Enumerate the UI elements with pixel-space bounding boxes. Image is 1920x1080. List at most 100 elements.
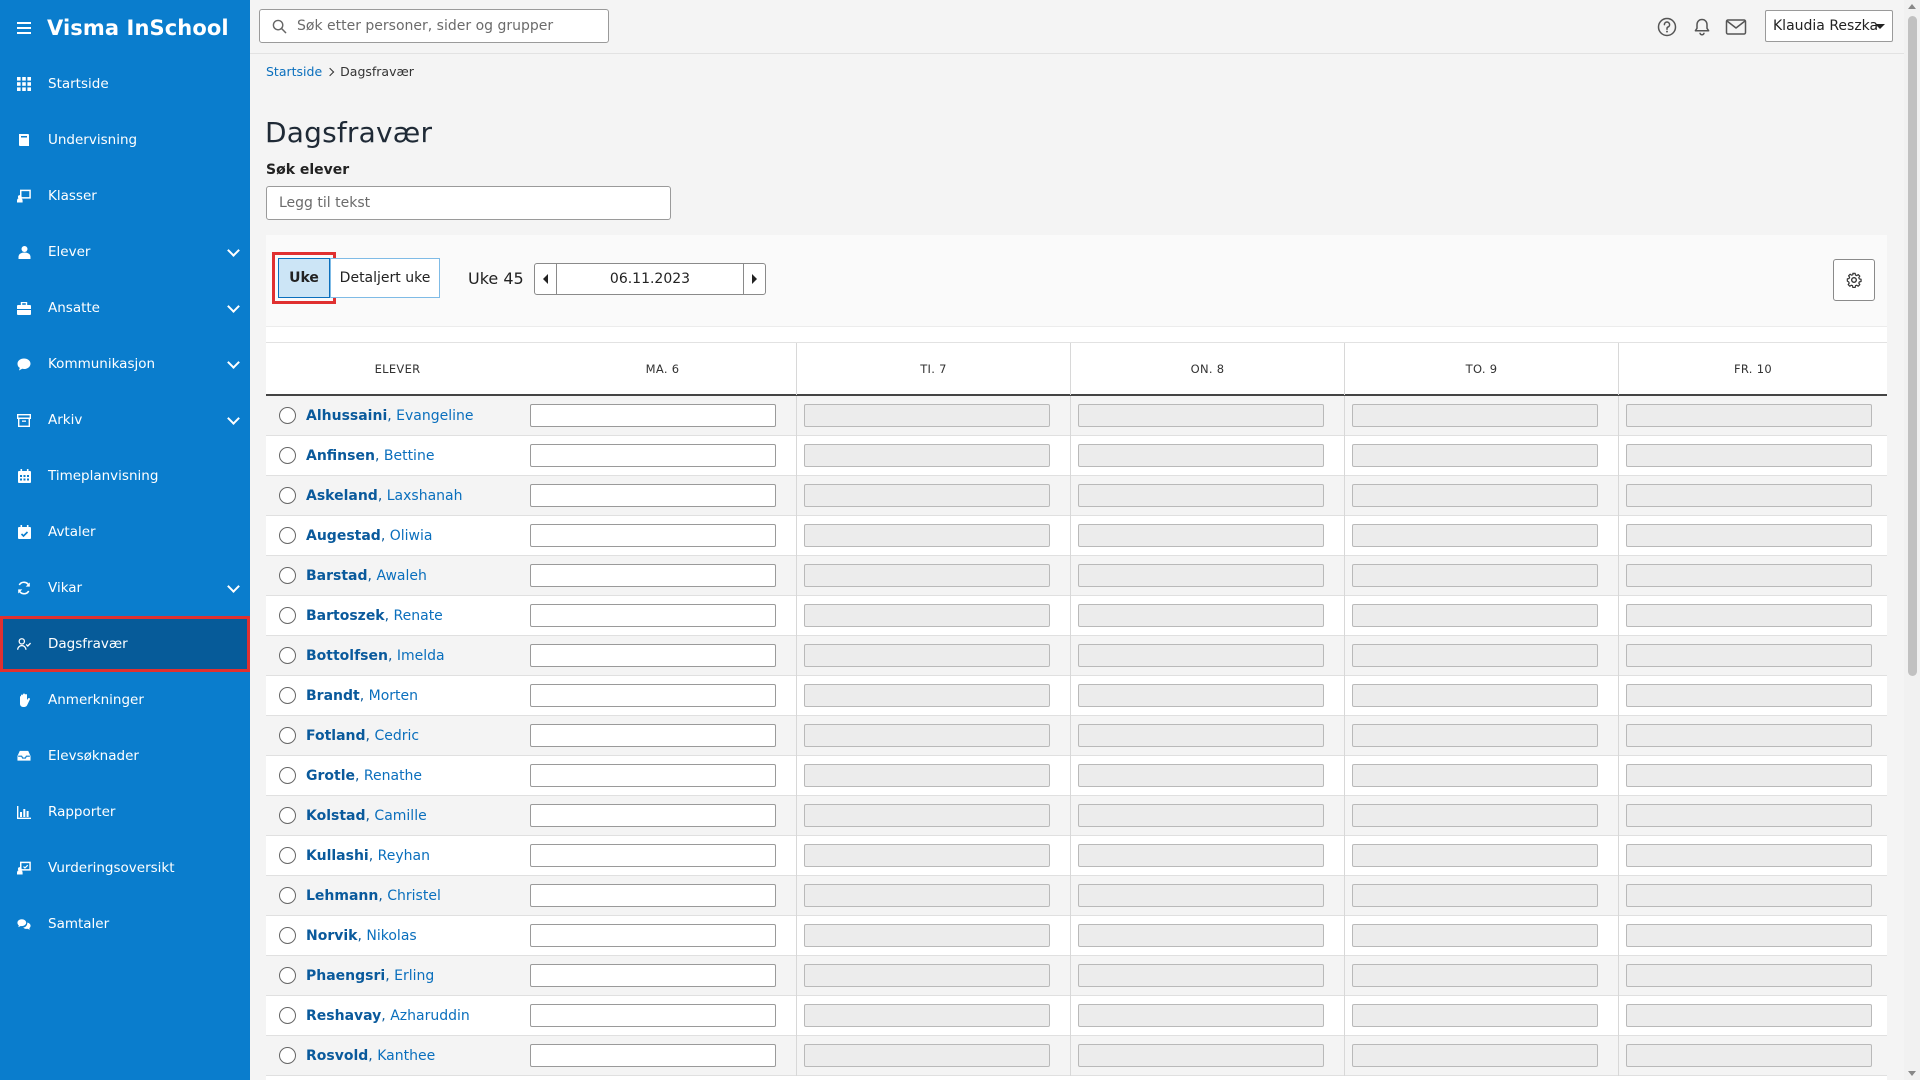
row-select-checkbox[interactable]	[279, 687, 296, 704]
sidebar-item-kommunikasjon[interactable]: Kommunikasjon	[0, 336, 250, 392]
row-select-checkbox[interactable]	[279, 607, 296, 624]
detailed-week-view-button[interactable]: Detaljert uke	[330, 258, 440, 298]
sidebar-item-startside[interactable]: Startside	[0, 56, 250, 112]
messages-envelope-icon[interactable]	[1725, 16, 1747, 38]
student-name-link[interactable]: Augestad, Oliwia	[306, 528, 432, 544]
student-name-link[interactable]: Norvik, Nikolas	[306, 928, 417, 944]
row-select-checkbox[interactable]	[279, 887, 296, 904]
absence-day-field[interactable]	[530, 884, 776, 907]
help-icon[interactable]	[1656, 16, 1678, 38]
column-divider	[1344, 636, 1345, 676]
student-name-link[interactable]: Kolstad, Camille	[306, 808, 427, 824]
row-select-checkbox[interactable]	[279, 727, 296, 744]
next-week-button[interactable]	[743, 264, 765, 294]
chevron-down-icon[interactable]	[227, 580, 240, 593]
sidebar-item-vurderingsoversikt[interactable]: Vurderingsoversikt	[0, 840, 250, 896]
absence-day-field	[1352, 764, 1598, 787]
absence-day-field	[1626, 844, 1872, 867]
sidebar-item-samtaler[interactable]: Samtaler	[0, 896, 250, 952]
student-name-link[interactable]: Bartoszek, Renate	[306, 608, 443, 624]
row-select-checkbox[interactable]	[279, 567, 296, 584]
absence-day-field[interactable]	[530, 444, 776, 467]
absence-day-field[interactable]	[530, 764, 776, 787]
absence-day-field[interactable]	[530, 404, 776, 427]
student-name-link[interactable]: Lehmann, Christel	[306, 888, 441, 904]
user-menu-dropdown[interactable]: Klaudia Reszka	[1765, 10, 1893, 42]
absence-day-field[interactable]	[530, 564, 776, 587]
sidebar-item-anmerkninger[interactable]: Anmerkninger	[0, 672, 250, 728]
row-select-checkbox[interactable]	[279, 767, 296, 784]
absence-day-field	[1352, 884, 1598, 907]
student-name-link[interactable]: Phaengsri, Erling	[306, 968, 434, 984]
row-select-checkbox[interactable]	[279, 407, 296, 424]
student-name-link[interactable]: Grotle, Renathe	[306, 768, 422, 784]
absence-day-field[interactable]	[530, 1044, 776, 1067]
sidebar-item-elevsøknader[interactable]: Elevsøknader	[0, 728, 250, 784]
sidebar-item-klasser[interactable]: Klasser	[0, 168, 250, 224]
hamburger-menu-icon[interactable]	[17, 22, 31, 34]
row-select-checkbox[interactable]	[279, 807, 296, 824]
previous-week-button[interactable]	[535, 264, 557, 294]
sidebar-item-rapporter[interactable]: Rapporter	[0, 784, 250, 840]
absence-day-field[interactable]	[530, 804, 776, 827]
absence-day-field[interactable]	[530, 924, 776, 947]
student-name-link[interactable]: Anfinsen, Bettine	[306, 448, 434, 464]
absence-day-field[interactable]	[530, 1004, 776, 1027]
student-name-link[interactable]: Bottolfsen, Imelda	[306, 648, 445, 664]
row-select-checkbox[interactable]	[279, 847, 296, 864]
student-first-name: Awaleh	[376, 568, 427, 584]
absence-day-field[interactable]	[530, 684, 776, 707]
row-select-checkbox[interactable]	[279, 1007, 296, 1024]
absence-day-field[interactable]	[530, 604, 776, 627]
sidebar-item-ansatte[interactable]: Ansatte	[0, 280, 250, 336]
absence-day-field[interactable]	[530, 524, 776, 547]
scrollbar-thumb[interactable]	[1908, 16, 1917, 676]
date-picker-field[interactable]: 06.11.2023	[557, 264, 743, 294]
row-select-checkbox[interactable]	[279, 647, 296, 664]
absence-day-field[interactable]	[530, 484, 776, 507]
student-name-link[interactable]: Rosvold, Kanthee	[306, 1048, 435, 1064]
student-name-link[interactable]: Kullashi, Reyhan	[306, 848, 430, 864]
chevron-down-icon[interactable]	[227, 412, 240, 425]
breadcrumb-home-link[interactable]: Startside	[266, 64, 322, 79]
row-select-checkbox[interactable]	[279, 1047, 296, 1064]
student-name-link[interactable]: Brandt, Morten	[306, 688, 418, 704]
student-name-link[interactable]: Reshavay, Azharuddin	[306, 1008, 470, 1024]
global-search[interactable]	[259, 9, 609, 43]
brand-name[interactable]: Visma InSchool	[47, 16, 229, 40]
student-name-link[interactable]: Fotland, Cedric	[306, 728, 419, 744]
student-name-link[interactable]: Askeland, Laxshanah	[306, 488, 463, 504]
week-view-button[interactable]: Uke	[272, 252, 336, 304]
student-search-input[interactable]	[266, 186, 671, 220]
column-divider	[796, 476, 797, 516]
sidebar-item-label: Timeplanvisning	[48, 468, 159, 484]
student-name-link[interactable]: Barstad, Awaleh	[306, 568, 427, 584]
sidebar-item-dagsfravær[interactable]: Dagsfravær	[0, 616, 250, 672]
absence-day-field[interactable]	[530, 724, 776, 747]
sidebar-item-arkiv[interactable]: Arkiv	[0, 392, 250, 448]
student-first-name: Reyhan	[377, 848, 430, 864]
row-select-checkbox[interactable]	[279, 447, 296, 464]
absence-day-field[interactable]	[530, 844, 776, 867]
absence-day-field[interactable]	[530, 644, 776, 667]
sidebar-item-elever[interactable]: Elever	[0, 224, 250, 280]
chevron-down-icon[interactable]	[227, 356, 240, 369]
chevron-down-icon[interactable]	[227, 244, 240, 257]
page-scrollbar[interactable]	[1904, 0, 1920, 1080]
sidebar-item-undervisning[interactable]: Undervisning	[0, 112, 250, 168]
absence-day-field[interactable]	[530, 964, 776, 987]
student-name-link[interactable]: Alhussaini, Evangeline	[306, 408, 474, 424]
sidebar-item-avtaler[interactable]: Avtaler	[0, 504, 250, 560]
scroll-down-arrow-icon[interactable]	[1908, 1071, 1916, 1076]
chevron-down-icon[interactable]	[227, 300, 240, 313]
notifications-bell-icon[interactable]	[1691, 16, 1713, 38]
row-select-checkbox[interactable]	[279, 487, 296, 504]
sidebar-item-vikar[interactable]: Vikar	[0, 560, 250, 616]
global-search-input[interactable]	[297, 18, 597, 34]
row-select-checkbox[interactable]	[279, 527, 296, 544]
row-select-checkbox[interactable]	[279, 927, 296, 944]
sidebar-item-timeplanvisning[interactable]: Timeplanvisning	[0, 448, 250, 504]
scroll-up-arrow-icon[interactable]	[1908, 4, 1916, 9]
row-select-checkbox[interactable]	[279, 967, 296, 984]
settings-button[interactable]	[1833, 259, 1875, 301]
